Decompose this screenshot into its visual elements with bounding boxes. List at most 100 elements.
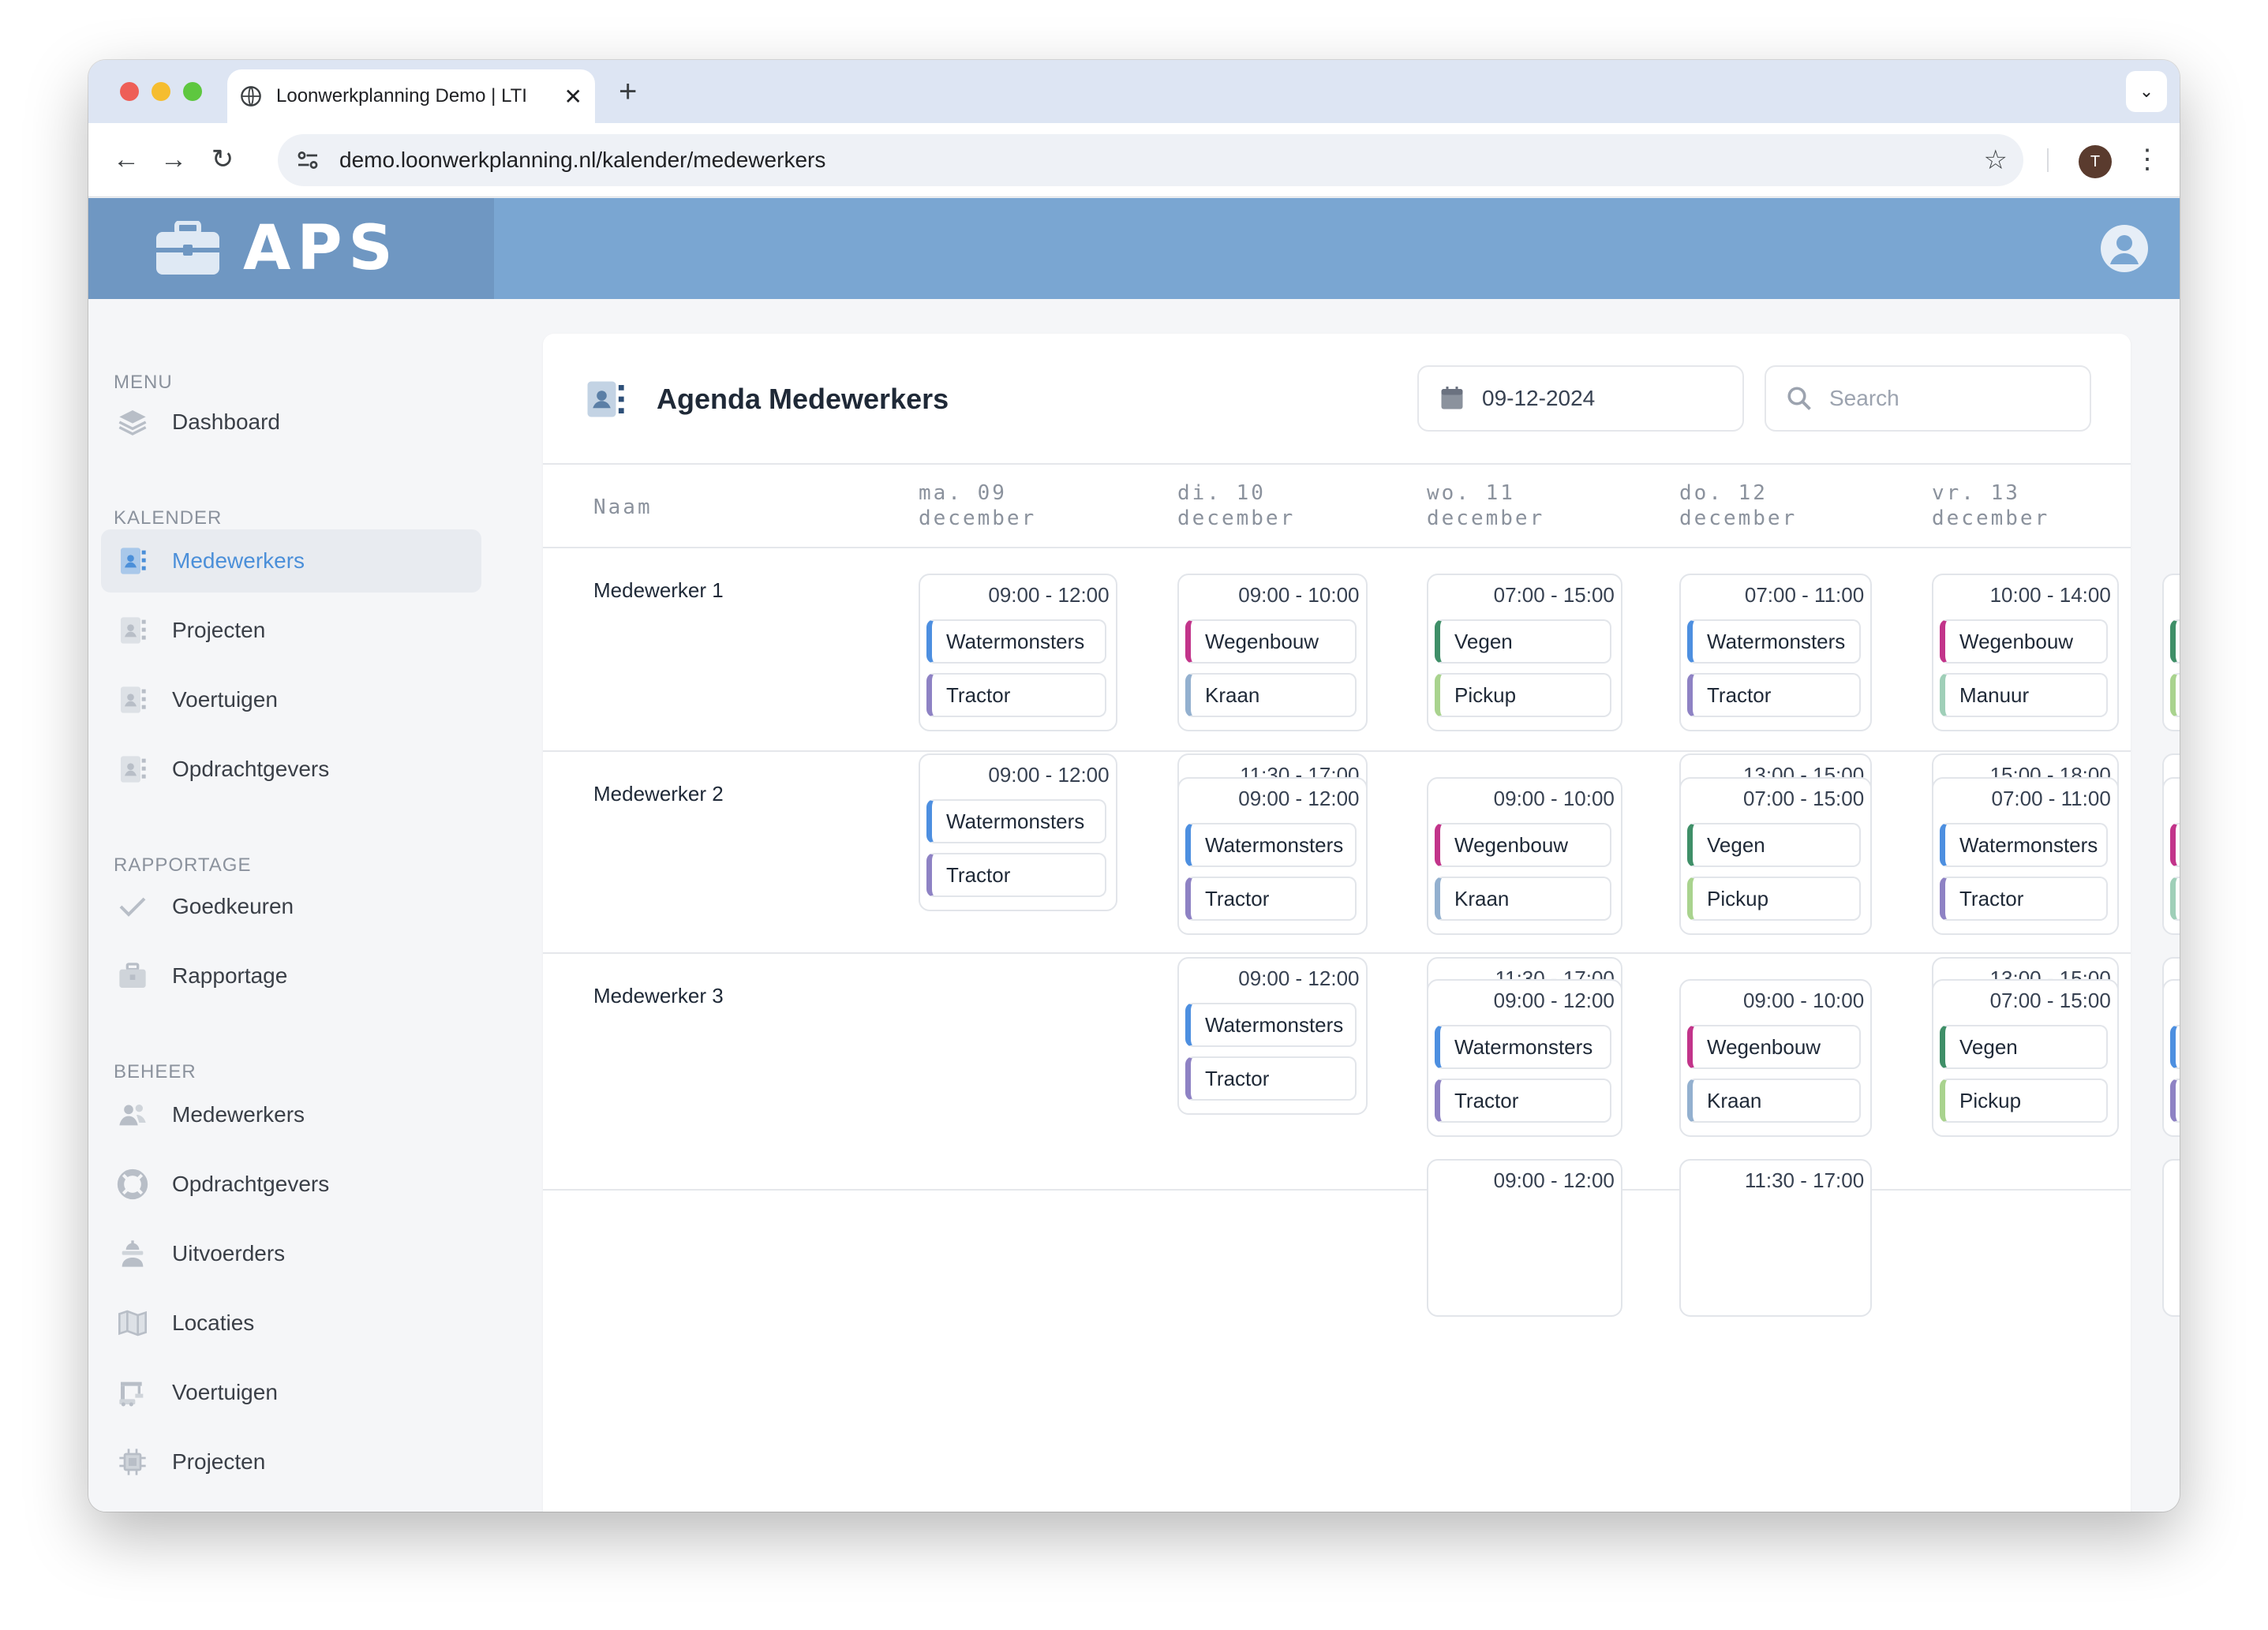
column-header-day: ma. 09 december xyxy=(919,481,1037,530)
activity-chip[interactable]: Vegen xyxy=(1940,1025,2108,1069)
activity-chip[interactable]: Vegen xyxy=(1687,823,1862,867)
resource-chip[interactable]: Tractor xyxy=(926,673,1106,717)
close-window-button[interactable] xyxy=(120,82,139,101)
resource-chip[interactable]: Manuur xyxy=(1940,673,2108,717)
resource-chip[interactable]: Kraan xyxy=(1185,673,1357,717)
column-header-day: vr. 13 december xyxy=(1932,481,2050,530)
sidebar-item-locaties[interactable]: Locaties xyxy=(101,1292,481,1355)
sidebar-item-uitvoerders[interactable]: Uitvoerders xyxy=(101,1222,481,1285)
slot-time: 09:00 - 12:00 xyxy=(1493,1168,1615,1192)
close-tab-icon[interactable]: ✕ xyxy=(564,84,582,110)
maximize-window-button[interactable] xyxy=(183,82,202,101)
bookmark-star-icon[interactable]: ☆ xyxy=(1984,144,2008,176)
resource-chip[interactable]: Manuur xyxy=(2170,877,2180,921)
resource-chip[interactable]: Pickup xyxy=(1687,877,1862,921)
brand[interactable]: APS xyxy=(88,198,494,299)
agenda-slot[interactable]: 09:00 - 12:00 Watermonsters Tractor xyxy=(919,574,1117,731)
agenda-slot[interactable]: 07:00 - 11:00WatermonstersTractor xyxy=(1932,777,2119,935)
employee-name[interactable]: Medewerker 2 xyxy=(593,782,724,806)
activity-chip[interactable]: Vegen xyxy=(1435,619,1611,664)
agenda-slot[interactable]: 13:00 - 15:00 xyxy=(2162,1159,2180,1317)
agenda-slot[interactable]: 07:00 - 15:00 Vegen Pickup xyxy=(1679,777,1873,935)
sidebar-item-kalender-medewerkers[interactable]: Medewerkers xyxy=(101,529,481,593)
sidebar-item-label: Medewerkers xyxy=(172,1102,305,1127)
search-box[interactable] xyxy=(1765,365,2091,432)
resource-chip[interactable]: Pickup xyxy=(1940,1079,2108,1123)
resource-chip[interactable]: Kraan xyxy=(1687,1079,1862,1123)
search-input[interactable] xyxy=(1829,386,2082,411)
globe-icon xyxy=(241,86,261,107)
agenda-slot[interactable]: 09:00 - 10:00 Wegenbouw Kraan xyxy=(1679,979,1873,1137)
sidebar-item-beheer-projecten[interactable]: Projecten xyxy=(101,1430,481,1494)
resource-chip[interactable]: Tractor xyxy=(1435,1079,1611,1123)
employee-name[interactable]: Medewerker 3 xyxy=(593,984,724,1008)
agenda-slot[interactable]: 09:00 - 12:00 Watermonsters Tractor xyxy=(1177,777,1368,935)
tab-search-button[interactable]: ⌄ xyxy=(2126,71,2167,112)
sidebar-item-beheer-opdrachtgevers[interactable]: Opdrachtgevers xyxy=(101,1153,481,1216)
forward-arrow-icon[interactable]: → xyxy=(155,140,193,178)
sidebar-item-kalender-opdrachtgevers[interactable]: Opdrachtgevers xyxy=(101,738,481,801)
resource-chip[interactable]: Tractor xyxy=(1185,877,1357,921)
sidebar-section-rapportage: RAPPORTAGE xyxy=(114,854,252,876)
minimize-window-button[interactable] xyxy=(152,82,170,101)
sidebar-item-label: Opdrachtgevers xyxy=(172,757,330,781)
new-tab-button[interactable]: + xyxy=(619,74,637,109)
agenda-slot[interactable]: 09:00 - 10:00 Wegenbouw Kraan xyxy=(1177,574,1368,731)
user-avatar-icon[interactable] xyxy=(2101,225,2148,272)
sidebar-item-rapportage[interactable]: Rapportage xyxy=(101,944,481,1008)
main-content: Agenda Medewerkers 09-12-2024 Naam ma. 09… xyxy=(494,299,2180,1512)
activity-chip[interactable]: Wegenbouw xyxy=(1185,619,1357,664)
resource-chip[interactable]: Kraan xyxy=(1435,877,1611,921)
reload-icon[interactable]: ↻ xyxy=(204,140,241,178)
date-picker[interactable]: 09-12-2024 xyxy=(1417,365,1744,432)
activity-chip[interactable]: Watermonsters xyxy=(1435,1025,1611,1069)
site-settings-icon[interactable] xyxy=(294,146,322,174)
address-bar[interactable]: demo.loonwerkplanning.nl/kalender/medewe… xyxy=(278,134,2023,186)
activity-chip[interactable]: Watermonsters xyxy=(2170,1025,2180,1069)
employee-name[interactable]: Medewerker 1 xyxy=(593,578,724,603)
activity-chip[interactable]: Watermonsters xyxy=(1940,823,2108,867)
activity-chip[interactable]: Wegenbouw xyxy=(1435,823,1611,867)
browser-window: Loonwerkplanning Demo | LTI ✕ + ⌄ ← → ↻ … xyxy=(88,60,2180,1512)
agenda-slot[interactable]: 09:00 - 12:00 xyxy=(1427,1159,1622,1317)
sidebar-item-goedkeuren[interactable]: Goedkeuren xyxy=(101,875,481,938)
agenda-slot[interactable]: 10:00 - 14:00VegenPickup xyxy=(2162,574,2180,731)
agenda-slot[interactable]: 07:00 - 11:00WatermonstersTractor xyxy=(2162,979,2180,1137)
activity-chip[interactable]: Watermonsters xyxy=(1687,619,1862,664)
agenda-slot[interactable]: 07:00 - 11:00WatermonstersTractor xyxy=(1679,574,1873,731)
agenda-slot[interactable]: 10:00 - 14:00WegenbouwManuur xyxy=(1932,574,2119,731)
sidebar-item-label: Projecten xyxy=(172,618,266,642)
sidebar-item-kalender-projecten[interactable]: Projecten xyxy=(101,599,481,662)
sidebar-item-beheer-medewerkers[interactable]: Medewerkers xyxy=(101,1083,481,1146)
resource-chip[interactable]: Tractor xyxy=(1687,673,1862,717)
slot-time: 09:00 - 12:00 xyxy=(1238,787,1360,810)
activity-chip[interactable]: Watermonsters xyxy=(1185,823,1357,867)
resource-chip[interactable]: Pickup xyxy=(2170,673,2180,717)
back-arrow-icon[interactable]: ← xyxy=(107,140,145,178)
contact-book-icon xyxy=(115,613,150,648)
activity-chip[interactable]: Wegenbouw xyxy=(1940,619,2108,664)
agenda-slot[interactable]: 07:00 - 15:00 Vegen Pickup xyxy=(1932,979,2119,1137)
browser-tab[interactable]: Loonwerkplanning Demo | LTI ✕ xyxy=(227,69,595,123)
agenda-slot[interactable]: 09:00 - 12:00 Watermonsters Tractor xyxy=(1427,979,1622,1137)
agenda-slot[interactable]: 09:00 - 10:00 Wegenbouw Kraan xyxy=(1427,777,1622,935)
sidebar-item-dashboard[interactable]: Dashboard xyxy=(101,391,481,454)
profile-avatar[interactable]: T xyxy=(2079,145,2112,178)
resource-chip[interactable]: Tractor xyxy=(2170,1079,2180,1123)
resource-chip[interactable]: Tractor xyxy=(1940,877,2108,921)
sidebar-item-label: Locaties xyxy=(172,1310,255,1335)
activity-chip[interactable]: Watermonsters xyxy=(926,619,1106,664)
activity-chip[interactable]: Wegenbouw xyxy=(2170,823,2180,867)
slot-time: 11:30 - 17:00 xyxy=(1744,1168,1865,1192)
agenda-slot[interactable]: 11:30 - 17:00 xyxy=(1679,1159,1873,1317)
sidebar-item-beheer-voertuigen[interactable]: Voertuigen xyxy=(101,1361,481,1424)
agenda-slot[interactable]: 10:00 - 14:00WegenbouwManuur xyxy=(2162,777,2180,935)
activity-chip[interactable]: Vegen xyxy=(2170,619,2180,664)
activity-chip[interactable]: Wegenbouw xyxy=(1687,1025,1862,1069)
sidebar-item-label: Projecten xyxy=(172,1449,266,1474)
resource-chip[interactable]: Pickup xyxy=(1435,673,1611,717)
sidebar-item-kalender-voertuigen[interactable]: Voertuigen xyxy=(101,668,481,731)
more-menu-icon[interactable]: ⋮ xyxy=(2134,140,2161,178)
employee-row: Medewerker 1 09:00 - 12:00 Watermonsters Tr… xyxy=(543,548,2180,911)
agenda-slot[interactable]: 07:00 - 15:00 Vegen Pickup xyxy=(1427,574,1622,731)
